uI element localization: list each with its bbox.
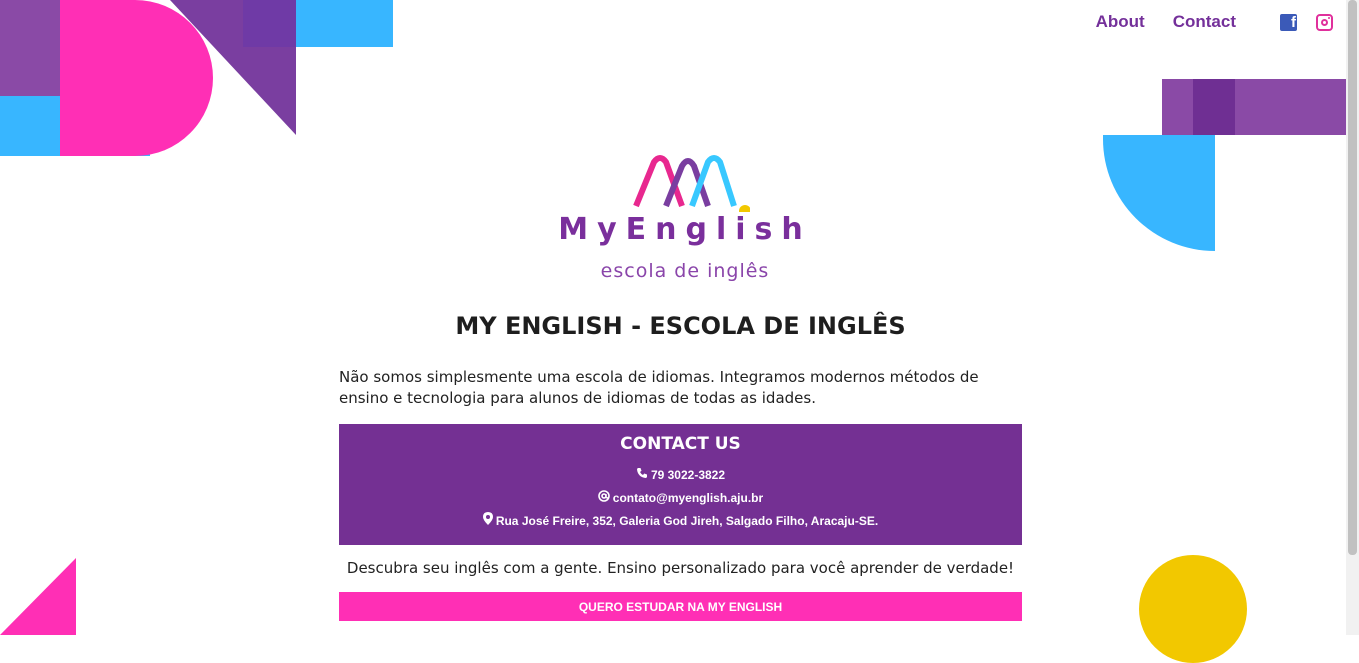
facebook-icon[interactable]: f xyxy=(1280,13,1297,31)
brand-logo: MyEnglish escola de inglês xyxy=(540,152,830,292)
decor-shape-purple-bar-right xyxy=(1162,79,1346,135)
instagram-icon[interactable] xyxy=(1316,13,1333,31)
contact-heading: CONTACT US xyxy=(620,434,741,454)
decor-shape-purple-dark-stripe xyxy=(1193,79,1235,135)
phone-icon xyxy=(636,464,648,487)
map-marker-icon xyxy=(482,510,493,533)
contact-email-row: contato@myenglish.aju.br xyxy=(339,487,1022,510)
instagram-link[interactable] xyxy=(1316,13,1333,31)
page-title: MY ENGLISH - ESCOLA DE INGLÊS xyxy=(455,312,906,340)
tagline-text: Descubra seu inglês com a gente. Ensino … xyxy=(346,559,1015,577)
nav-link-contact[interactable]: Contact xyxy=(1173,12,1236,32)
contact-phone: 79 3022-3822 xyxy=(650,468,726,482)
contact-address: Rua José Freire, 352, Galeria God Jireh,… xyxy=(495,514,879,528)
contact-phone-row: 79 3022-3822 xyxy=(339,464,1022,487)
decor-shape-blue-quarter-circle xyxy=(1103,135,1215,251)
at-icon xyxy=(597,487,610,510)
main-content: MY ENGLISH - ESCOLA DE INGLÊS Não somos … xyxy=(339,312,1022,621)
contact-box: CONTACT US 79 3022-3822 contato@myenglis… xyxy=(339,424,1022,545)
decor-shape-purple-overlap xyxy=(243,0,296,47)
decor-shape-pink-triangle xyxy=(0,558,76,635)
decor-shape-pink-half-circle xyxy=(60,0,213,156)
scrollbar-thumb[interactable] xyxy=(1348,0,1357,555)
top-navigation: About Contact f xyxy=(1068,12,1333,32)
social-links: f xyxy=(1280,13,1333,31)
contact-address-row: Rua José Freire, 352, Galeria God Jireh,… xyxy=(339,510,1022,533)
vertical-scrollbar[interactable] xyxy=(1346,0,1359,635)
nav-link-about[interactable]: About xyxy=(1096,12,1145,32)
logo-wordmark: MyEnglish xyxy=(558,212,812,247)
decor-shape-yellow-circle xyxy=(1139,555,1247,663)
intro-paragraph: Não somos simplesmente uma escola de idi… xyxy=(339,368,979,407)
logo-mark-icon xyxy=(633,155,750,212)
contact-email[interactable]: contato@myenglish.aju.br xyxy=(613,491,763,505)
facebook-link[interactable]: f xyxy=(1280,13,1316,31)
logo-subtitle: escola de inglês xyxy=(600,260,770,282)
enroll-cta-button[interactable]: QUERO ESTUDAR NA MY ENGLISH xyxy=(339,592,1022,621)
